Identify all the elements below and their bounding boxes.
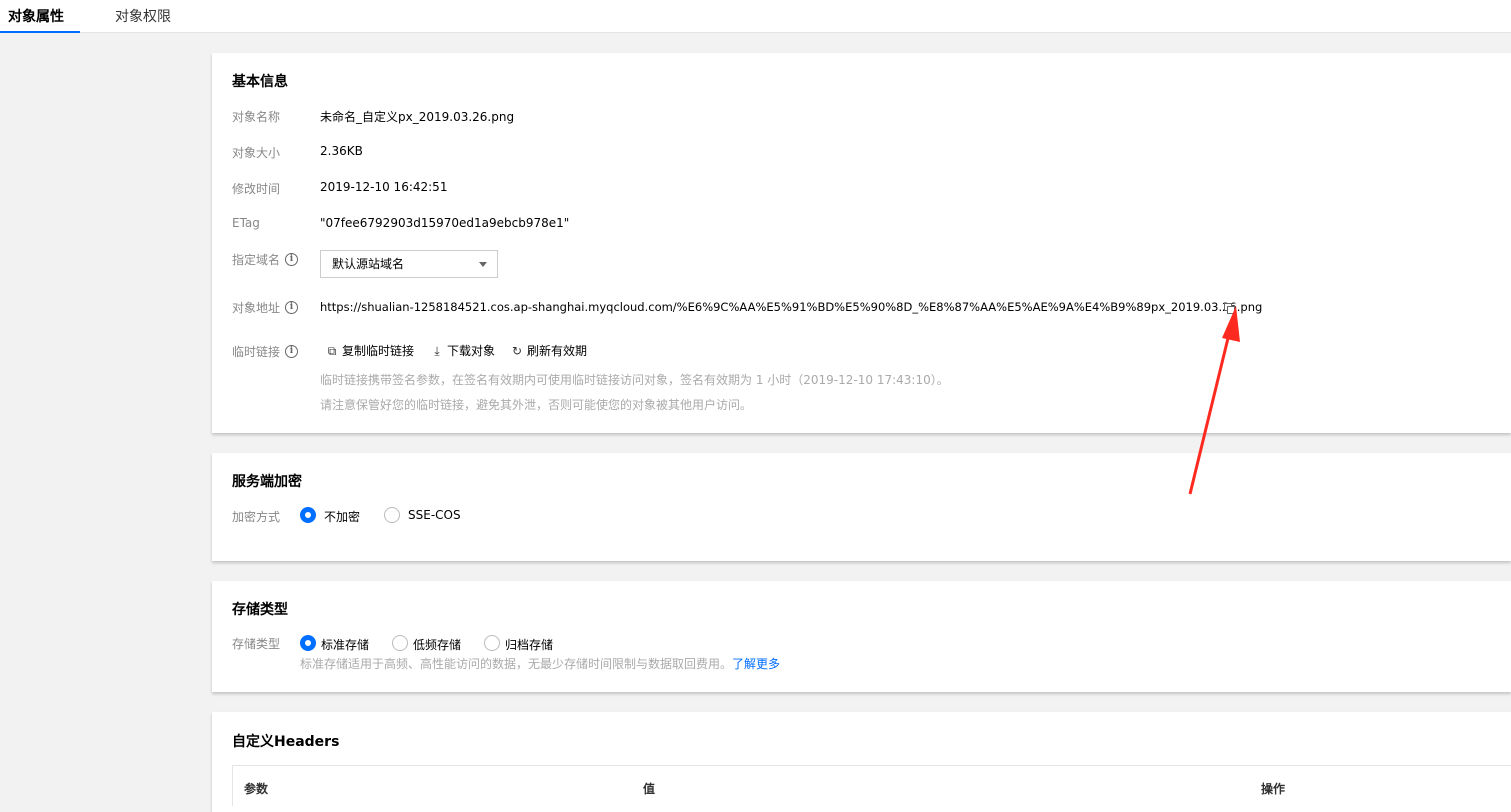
encryption-method-label: 加密方式	[232, 510, 281, 524]
copy-icon: ⧉	[327, 344, 337, 358]
tab-object-permissions[interactable]: 对象权限	[115, 0, 171, 32]
domain-label: 指定域名	[232, 253, 281, 267]
object-name-label: 对象名称	[232, 110, 281, 124]
download-object-label: 下载对象	[447, 344, 496, 358]
info-icon[interactable]: i	[285, 301, 299, 314]
temp-link-label: 临时链接	[232, 345, 281, 359]
info-icon[interactable]: i	[285, 253, 299, 266]
storage-hint-text: 标准存储适用于高频、高性能访问的数据，无最少存储时间限制与数据取回费用。	[300, 657, 733, 671]
object-size-label: 对象大小	[232, 146, 281, 160]
basic-info-card: 基本信息 对象名称 未命名_自定义px_2019.03.26.png 对象大小 …	[212, 53, 1511, 433]
radio-infrequent-storage[interactable]	[392, 635, 408, 651]
info-icon[interactable]: i	[285, 345, 299, 358]
etag-label: ETag	[232, 216, 260, 230]
custom-headers-card: 自定义Headers 参数 值 操作	[212, 712, 1511, 812]
etag-value: "07fee6792903d15970ed1a9ebcb978e1"	[320, 216, 570, 230]
download-icon: ⤓	[434, 344, 440, 358]
domain-select[interactable]: 默认源站域名	[320, 250, 498, 278]
storage-hint: 标准存储适用于高频、高性能访问的数据，无最少存储时间限制与数据取回费用。了解更多	[300, 655, 780, 672]
storage-class-label: 存储类型	[232, 637, 281, 651]
radio-no-encryption[interactable]	[300, 507, 316, 523]
no-encryption-label[interactable]: 不加密	[324, 508, 360, 525]
refresh-validity-label: 刷新有效期	[527, 344, 588, 358]
sse-cos-label[interactable]: SSE-COS	[408, 508, 461, 522]
custom-headers-title: 自定义Headers	[232, 734, 340, 750]
modified-time-value: 2019-12-10 16:42:51	[320, 180, 448, 194]
refresh-validity-button[interactable]: ↻ 刷新有效期	[511, 342, 587, 359]
object-url-value[interactable]: https://shualian-1258184521.cos.ap-shang…	[320, 300, 1262, 314]
column-header-param: 参数	[244, 782, 269, 796]
temp-link-label-row: 临时链接 i	[232, 343, 299, 360]
object-size-value: 2.36KB	[320, 144, 363, 158]
copy-temp-link-label: 复制临时链接	[342, 344, 415, 358]
download-object-button[interactable]: ⤓ 下载对象	[431, 342, 495, 359]
encryption-card: 服务端加密 加密方式 不加密 SSE-COS	[212, 453, 1511, 561]
tab-object-properties[interactable]: 对象属性	[0, 0, 80, 33]
storage-class-card: 存储类型 存储类型 标准存储 低频存储 归档存储 标准存储适用于高频、高性能访问…	[212, 581, 1511, 692]
domain-select-value: 默认源站域名	[332, 257, 405, 271]
temp-link-hint-2: 请注意保管好您的临时链接，避免其外泄，否则可能使您的对象被其他用户访问。	[320, 398, 753, 412]
radio-standard-storage[interactable]	[300, 635, 316, 651]
standard-storage-label[interactable]: 标准存储	[321, 636, 369, 653]
refresh-icon: ↻	[511, 344, 523, 358]
learn-more-link[interactable]: 了解更多	[732, 657, 780, 671]
domain-label-row: 指定域名 i	[232, 251, 299, 268]
encryption-title: 服务端加密	[232, 474, 302, 490]
basic-info-title: 基本信息	[232, 74, 288, 90]
headers-table: 参数 值 操作	[232, 765, 1511, 806]
column-header-value: 值	[643, 782, 656, 796]
temp-link-hint-1: 临时链接携带签名参数，在签名有效期内可使用临时链接访问对象，签名有效期为 1 小…	[320, 373, 949, 387]
storage-class-title: 存储类型	[232, 602, 288, 618]
url-label: 对象地址	[232, 301, 281, 315]
radio-archive-storage[interactable]	[484, 635, 500, 651]
object-name-value: 未命名_自定义px_2019.03.26.png	[320, 110, 515, 124]
column-header-action: 操作	[1261, 782, 1286, 796]
infrequent-storage-label[interactable]: 低频存储	[413, 636, 461, 653]
archive-storage-label[interactable]: 归档存储	[505, 636, 553, 653]
modified-time-label: 修改时间	[232, 182, 281, 196]
copy-icon[interactable]	[1224, 303, 1235, 314]
copy-temp-link-button[interactable]: ⧉ 复制临时链接	[326, 342, 414, 359]
tab-bar: 对象属性 对象权限	[0, 0, 1511, 33]
url-label-row: 对象地址 i	[232, 299, 299, 316]
radio-sse-cos[interactable]	[384, 507, 400, 523]
chevron-down-icon	[479, 262, 487, 267]
